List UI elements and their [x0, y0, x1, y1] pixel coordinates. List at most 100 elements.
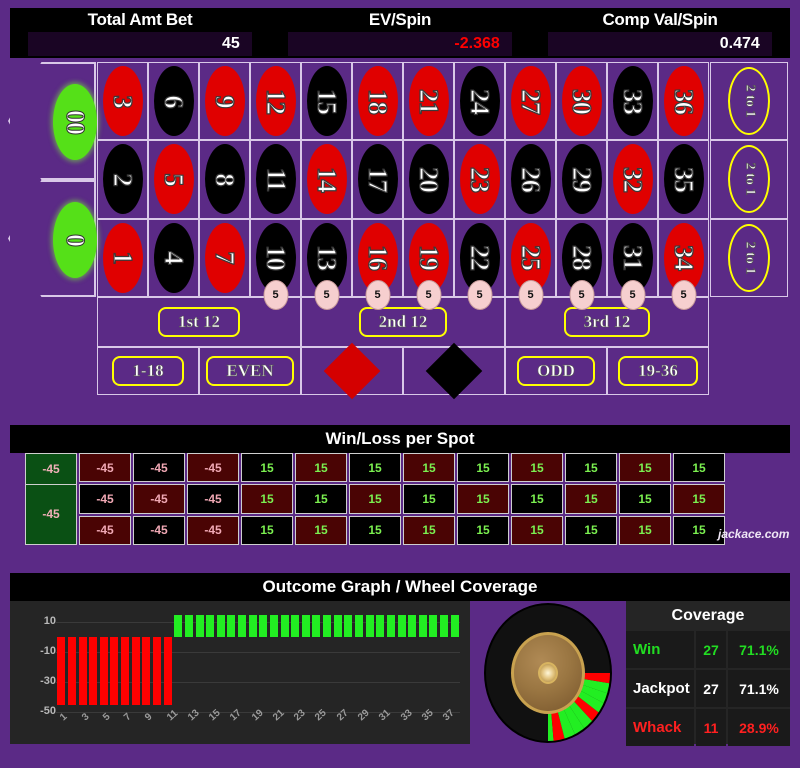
bet-chip-13[interactable]: 5	[314, 280, 339, 310]
outside-bet-19-36[interactable]: 19-36	[607, 347, 709, 395]
number-oval: 9	[204, 66, 245, 137]
bar	[280, 614, 289, 637]
number-cell-35[interactable]: 35	[658, 140, 709, 219]
number-oval: 17	[357, 144, 398, 215]
number-label: 4	[158, 251, 189, 265]
bet-chip-25[interactable]: 5	[518, 280, 543, 310]
number-cell-16[interactable]: 16 5	[352, 218, 403, 310]
winloss-grid-wrapper: -45 -45 -45 -45 -45 15 15 15 15 15 15 15 15 15 -45 -4…	[25, 453, 725, 545]
outcome-graph: 1 3 5 7 9 11 13 15 17 19 21 23 25 27 29 31 33 35 37 10 -10-…	[10, 601, 470, 744]
number-cell-26[interactable]: 26	[505, 140, 556, 219]
number-cell-8[interactable]: 8	[199, 140, 250, 219]
bet-chip-19[interactable]: 5	[416, 280, 441, 310]
number-cell-34[interactable]: 34 5	[658, 218, 709, 310]
bet-chip-31[interactable]: 5	[620, 280, 645, 310]
bar	[110, 637, 119, 705]
stat-0: Total Amt Bet 45	[10, 8, 270, 58]
number-cell-12[interactable]: 12	[250, 62, 301, 141]
number-cell-9[interactable]: 9	[199, 62, 250, 141]
bet-chip-10[interactable]: 5	[263, 280, 288, 310]
coverage-rows: Win 27 71.1% Jackpot 27 71.1% Whack 11 28.9%	[626, 631, 790, 746]
bet-chip-22[interactable]: 5	[467, 280, 492, 310]
bet-chip-16[interactable]: 5	[365, 280, 390, 310]
outcome-plot-area	[56, 607, 460, 713]
dozen-bet-label: 2nd 12	[358, 307, 448, 337]
number-cell-29[interactable]: 29	[556, 140, 607, 219]
number-oval: 15	[306, 66, 347, 137]
number-cell-20[interactable]: 20	[403, 140, 454, 219]
number-cell-24[interactable]: 24	[454, 62, 505, 141]
number-cell-4[interactable]: 4	[148, 218, 199, 297]
x-axis-ticks: 1 3 5 7 9 11 13 15 17 19 21 23 25 27 29 31 33 35 37	[56, 708, 460, 741]
number-label: 36	[668, 88, 699, 114]
coverage-label: Jackpot	[626, 670, 694, 707]
number-cell-21[interactable]: 21	[403, 62, 454, 141]
outside-bet-even[interactable]: EVEN	[199, 347, 301, 395]
bar	[259, 614, 268, 637]
number-label: 15	[311, 88, 342, 114]
number-cell-18[interactable]: 18	[352, 62, 403, 141]
number-cell-6[interactable]: 6	[148, 62, 199, 141]
number-label: 13	[311, 245, 342, 271]
number-cell-28[interactable]: 28 5	[556, 218, 607, 310]
number-cell-14[interactable]: 14	[301, 140, 352, 219]
number-grid: 3 6 9 12 15 18 21 24 27 30 33 36 2 5 8 11 14 17 20 23 26 29 32…	[97, 62, 709, 310]
column-bet-1[interactable]: 2 to 1	[710, 62, 788, 141]
number-label: 9	[209, 94, 240, 108]
number-cell-25[interactable]: 25 5	[505, 218, 556, 310]
bar	[365, 614, 374, 637]
number-cell-36[interactable]: 36	[658, 62, 709, 141]
outside-bet-black[interactable]	[403, 342, 505, 400]
bar	[206, 614, 215, 637]
number-cell-2[interactable]: 2	[97, 140, 148, 219]
number-cell-5[interactable]: 5	[148, 140, 199, 219]
column-bets: 2 to 1 2 to 1 2 to 1	[710, 62, 788, 297]
outside-bet-red[interactable]	[301, 342, 403, 400]
outside-bet-label: EVEN	[206, 356, 294, 386]
number-cell-15[interactable]: 15	[301, 62, 352, 141]
number-cell-22[interactable]: 22 5	[454, 218, 505, 310]
number-label: 24	[464, 88, 495, 114]
number-label: 14	[311, 166, 342, 192]
winloss-cell: 15	[457, 484, 509, 514]
number-cell-19[interactable]: 19 5	[403, 218, 454, 310]
number-cell-7[interactable]: 7	[199, 218, 250, 297]
number-cell-13[interactable]: 13 5	[301, 218, 352, 310]
number-cell-31[interactable]: 31 5	[607, 218, 658, 310]
outside-bet-odd[interactable]: ODD	[505, 347, 607, 395]
winloss-cell: 15	[349, 484, 401, 514]
outside-bet-1-18[interactable]: 1-18	[97, 347, 199, 395]
number-label: 23	[464, 166, 495, 192]
bet-chip-28[interactable]: 5	[569, 280, 594, 310]
number-label: 1	[107, 251, 138, 265]
number-cell-11[interactable]: 11	[250, 140, 301, 219]
number-oval: 20	[408, 144, 449, 215]
roulette-wheel	[484, 603, 612, 743]
number-cell-33[interactable]: 33	[607, 62, 658, 141]
number-oval: 4	[153, 222, 194, 293]
zero-marker[interactable]: 0	[53, 202, 97, 278]
bar	[355, 614, 363, 637]
bar	[227, 614, 236, 637]
bar	[163, 637, 172, 705]
bar	[153, 637, 161, 705]
number-oval: 32	[612, 144, 653, 215]
number-label: 17	[362, 166, 393, 192]
stat-2: Comp Val/Spin 0.474	[530, 8, 790, 58]
number-cell-30[interactable]: 30	[556, 62, 607, 141]
column-bet-2[interactable]: 2 to 1	[710, 140, 788, 219]
number-cell-27[interactable]: 27	[505, 62, 556, 141]
bet-chip-34[interactable]: 5	[671, 280, 696, 310]
number-cell-3[interactable]: 3	[97, 62, 148, 141]
number-cell-17[interactable]: 17	[352, 140, 403, 219]
number-cell-23[interactable]: 23	[454, 140, 505, 219]
number-cell-32[interactable]: 32	[607, 140, 658, 219]
number-oval: 23	[459, 144, 500, 215]
bar	[99, 637, 108, 705]
number-cell-1[interactable]: 1	[97, 218, 148, 297]
column-bet-3[interactable]: 2 to 1	[710, 218, 788, 297]
outcome-section-title: Outcome Graph / Wheel Coverage	[10, 573, 790, 601]
number-label: 10	[260, 245, 291, 271]
number-cell-10[interactable]: 10 5	[250, 218, 301, 310]
double-zero-marker[interactable]: 00	[53, 84, 97, 160]
